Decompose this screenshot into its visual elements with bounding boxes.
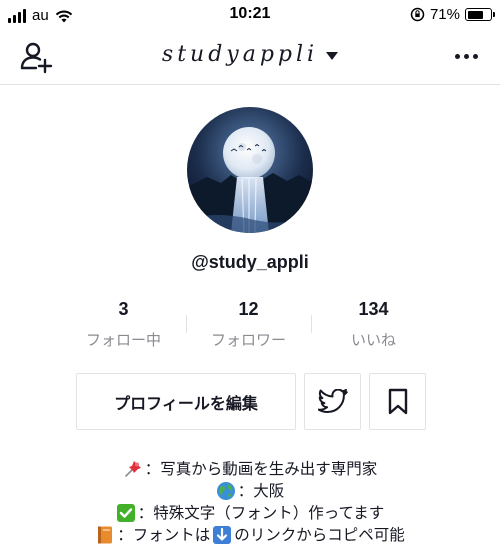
bio-text-4a: ：フォントは (117, 526, 211, 544)
orientation-lock-icon (410, 7, 425, 22)
profile-header: studyappli (0, 30, 500, 85)
bio-line-4: ：フォントは のリンクからコピペ可能 (0, 524, 500, 546)
followers-count[interactable]: 12 (186, 297, 311, 321)
following-count[interactable]: 3 (61, 297, 186, 321)
following-label[interactable]: フォロー中 (61, 329, 186, 350)
down-arrow-icon (213, 526, 232, 544)
edit-profile-button[interactable]: プロフィールを編集 (76, 373, 296, 430)
status-bar: au 10:21 71% (0, 0, 500, 30)
globe-icon (216, 482, 235, 500)
followers-label[interactable]: フォロワー (186, 329, 311, 350)
twitter-icon[interactable] (317, 388, 348, 415)
bookmark-button[interactable] (369, 373, 426, 430)
bio-line-3: ：特殊文字（フォント）作ってます (0, 502, 500, 524)
stat-following[interactable]: 3 フォロー中 (61, 297, 186, 357)
profile-actions: プロフィールを編集 (76, 373, 426, 430)
likes-count[interactable]: 134 (311, 297, 436, 321)
username: @study_appli (191, 252, 309, 272)
caret-down-icon[interactable] (326, 51, 339, 60)
profile-stats: 3 フォロー中 12 フォロワー 134 いいね (61, 297, 436, 357)
profile-bio: ：写真から動画を生み出す専門家 ：大阪 ：特殊文字（フォント）作ってます ：フォ… (0, 458, 500, 546)
check-mark-icon (116, 504, 135, 522)
bio-text-4b: のリンクからコピペ可能 (234, 526, 405, 544)
pushpin-icon (124, 461, 141, 477)
account-switcher[interactable]: studyappli (0, 42, 500, 67)
twitter-button[interactable] (304, 373, 361, 430)
stat-likes[interactable]: 134 いいね (311, 297, 436, 357)
orange-book-icon (98, 526, 113, 544)
likes-label[interactable]: いいね (311, 329, 436, 350)
bio-text-3: ：特殊文字（フォント）作ってます (137, 504, 385, 522)
more-horizontal-icon[interactable] (455, 54, 478, 59)
bio-text-2: ：大阪 (237, 482, 285, 500)
stat-followers[interactable]: 12 フォロワー (186, 297, 311, 357)
battery-percent: 71% (429, 6, 460, 23)
bio-line-1: ：写真から動画を生み出す専門家 (0, 458, 500, 480)
avatar[interactable] (187, 107, 313, 233)
battery-icon (465, 8, 495, 21)
bookmark-icon[interactable] (387, 388, 409, 416)
battery-fill (467, 10, 484, 19)
bio-line-2: ：大阪 (0, 480, 500, 502)
status-right: 71% (410, 6, 495, 23)
bio-text-1: ：写真から動画を生み出す専門家 (144, 460, 378, 478)
account-title[interactable]: studyappli (162, 42, 318, 67)
